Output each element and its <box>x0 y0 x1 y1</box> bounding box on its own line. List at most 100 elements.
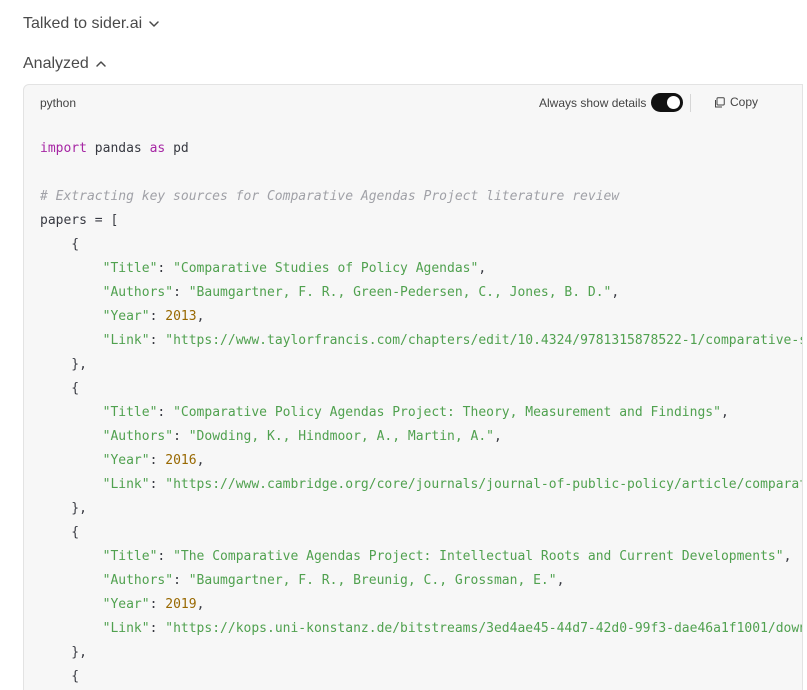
always-show-details-switch[interactable] <box>651 93 683 112</box>
code-token: , <box>493 429 502 444</box>
code-token: , <box>478 261 487 276</box>
language-label: python <box>40 96 77 110</box>
code-panel: python Always show details Copy import p… <box>23 84 803 690</box>
code-token: "Dowding, K., Hindmoor, A., Martin, A." <box>188 429 494 444</box>
code-token: : <box>149 309 166 324</box>
code-token: "Year" <box>102 309 150 324</box>
code-panel-header: python Always show details Copy <box>24 85 802 123</box>
code-token: { <box>40 381 80 396</box>
code-token: "Comparative Policy Agendas Project: The… <box>173 405 721 420</box>
code-line: }, <box>40 353 802 377</box>
copy-icon <box>714 96 725 108</box>
code-line: "Title": "The Comparative Agendas Projec… <box>40 545 802 569</box>
code-token: : <box>149 477 166 492</box>
code-token: : <box>157 261 174 276</box>
code-token: }, <box>40 645 87 660</box>
code-token: { <box>40 669 80 684</box>
code-token: , <box>611 285 620 300</box>
code-token: 2019 <box>165 597 197 612</box>
code-line: }, <box>40 641 802 665</box>
code-token: : <box>149 621 166 636</box>
code-line: "Title": "Comparative Studies of Policy … <box>40 257 802 281</box>
code-token: , <box>556 573 565 588</box>
code-token: "Year" <box>102 597 150 612</box>
code-token: "Authors" <box>102 429 174 444</box>
code-line: }, <box>40 497 802 521</box>
code-token: : <box>173 285 189 300</box>
code-line: "Authors": "Baumgartner, F. R., Breunig,… <box>40 569 802 593</box>
code-line: { <box>40 377 802 401</box>
code-token: "https://www.cambridge.org/core/journals… <box>165 477 802 492</box>
code-token: , <box>783 549 792 564</box>
code-token: : <box>173 573 189 588</box>
code-token: "Comparative Studies of Policy Agendas" <box>173 261 479 276</box>
code-token: , <box>196 453 205 468</box>
code-line: { <box>40 665 802 689</box>
code-token: : <box>149 597 166 612</box>
code-token: , <box>196 309 205 324</box>
code-token: "The Comparative Agendas Project: Intell… <box>173 549 784 564</box>
code-token: 2013 <box>165 309 197 324</box>
code-line: import pandas as pd <box>40 137 802 161</box>
code-token: : <box>149 333 166 348</box>
code-line: "Link": "https://kops.uni-konstanz.de/bi… <box>40 617 802 641</box>
analyzed-toggle[interactable]: Analyzed <box>23 53 107 75</box>
code-line: { <box>40 233 802 257</box>
header-divider <box>690 94 691 112</box>
code-token: "Title" <box>102 261 158 276</box>
code-token: papers = [ <box>40 213 119 228</box>
switch-knob <box>667 96 680 109</box>
code-line: "Link": "https://www.taylorfrancis.com/c… <box>40 329 802 353</box>
code-token: "https://kops.uni-konstanz.de/bitstreams… <box>165 621 802 636</box>
code-token: "Link" <box>102 477 150 492</box>
always-show-details-label: Always show details <box>539 96 647 110</box>
code-line: "Year": 2019, <box>40 593 802 617</box>
code-token: "Baumgartner, F. R., Breunig, C., Grossm… <box>188 573 557 588</box>
code-token: : <box>157 405 174 420</box>
code-token: : <box>149 453 166 468</box>
code-token: # Extracting key sources for Comparative… <box>40 189 620 204</box>
code-line: { <box>40 521 802 545</box>
code-line: papers = [ <box>40 209 802 233</box>
code-token: }, <box>40 357 87 372</box>
code-token: "Baumgartner, F. R., Green-Pedersen, C.,… <box>188 285 612 300</box>
code-token: { <box>40 237 80 252</box>
code-token: { <box>40 525 80 540</box>
copy-button[interactable]: Copy <box>714 95 758 109</box>
code-line: "Year": 2013, <box>40 305 802 329</box>
talked-to-sider-toggle[interactable]: Talked to sider.ai <box>23 13 160 35</box>
code-token: , <box>196 597 205 612</box>
chevron-up-icon <box>95 58 107 70</box>
code-token: "Title" <box>102 405 158 420</box>
code-line: "Title": "Comparative Policy Agendas Pro… <box>40 401 802 425</box>
code-token: }, <box>40 501 87 516</box>
talked-to-sider-label: Talked to sider.ai <box>23 15 143 32</box>
code-token: pandas <box>86 141 150 156</box>
code-token: "Link" <box>102 333 150 348</box>
code-token: "Authors" <box>102 573 174 588</box>
code-token: "https://www.taylorfrancis.com/chapters/… <box>165 333 802 348</box>
copy-label: Copy <box>730 95 759 109</box>
code-token: : <box>157 549 174 564</box>
code-token: pd <box>165 141 189 156</box>
code-token: import <box>40 141 87 156</box>
code-token: "Link" <box>102 621 150 636</box>
code-line: "Authors": "Dowding, K., Hindmoor, A., M… <box>40 425 802 449</box>
code-body: import pandas as pd # Extracting key sour… <box>40 137 802 689</box>
code-line: "Authors": "Baumgartner, F. R., Green-Pe… <box>40 281 802 305</box>
code-token: "Title" <box>102 549 158 564</box>
analyzed-label: Analyzed <box>23 55 89 72</box>
code-token: "Year" <box>102 453 150 468</box>
